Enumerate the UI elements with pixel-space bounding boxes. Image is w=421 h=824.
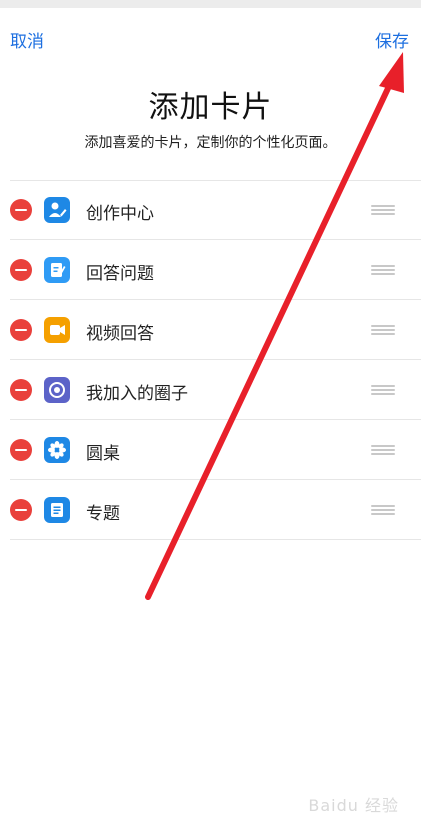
drag-handle-icon[interactable] [371,265,395,276]
card-label: 视频回答 [86,324,154,344]
roundtable-icon [44,437,70,463]
card-row-answer-question[interactable]: 回答问题 [10,240,421,300]
card-row-video-answer[interactable]: 视频回答 [10,300,421,360]
card-row-creator-center[interactable]: 创作中心 [10,180,421,240]
card-label: 圆桌 [86,444,120,464]
card-label: 专题 [86,504,120,524]
page-title: 添加卡片 [148,90,273,125]
card-list: 创作中心 回答问题 视频回答 我加入的圈子 圆桌 专题 [0,180,421,540]
drag-handle-icon[interactable] [371,325,395,336]
circle-icon [44,377,70,403]
remove-icon[interactable] [10,259,32,281]
drag-handle-icon[interactable] [371,385,395,396]
status-bar-strip [0,0,421,8]
drag-handle-icon[interactable] [371,205,395,216]
cancel-button[interactable]: 取消 [10,27,44,52]
card-row-topic[interactable]: 专题 [10,480,421,540]
creator-center-icon [44,197,70,223]
drag-handle-icon[interactable] [371,505,395,516]
remove-icon[interactable] [10,379,32,401]
card-label: 我加入的圈子 [86,384,188,404]
page-subtitle: 添加喜爱的卡片，定制你的个性化页面。 [84,135,337,151]
card-row-my-circles[interactable]: 我加入的圈子 [10,360,421,420]
remove-icon[interactable] [10,499,32,521]
card-label: 创作中心 [86,204,154,224]
save-button[interactable]: 保存 [375,27,409,52]
video-answer-icon [44,317,70,343]
remove-icon[interactable] [10,319,32,341]
card-row-roundtable[interactable]: 圆桌 [10,420,421,480]
card-label: 回答问题 [86,264,154,284]
drag-handle-icon[interactable] [371,445,395,456]
remove-icon[interactable] [10,199,32,221]
topic-icon [44,497,70,523]
watermark: Baidu 经验 [308,796,399,815]
answer-question-icon [44,257,70,283]
remove-icon[interactable] [10,439,32,461]
